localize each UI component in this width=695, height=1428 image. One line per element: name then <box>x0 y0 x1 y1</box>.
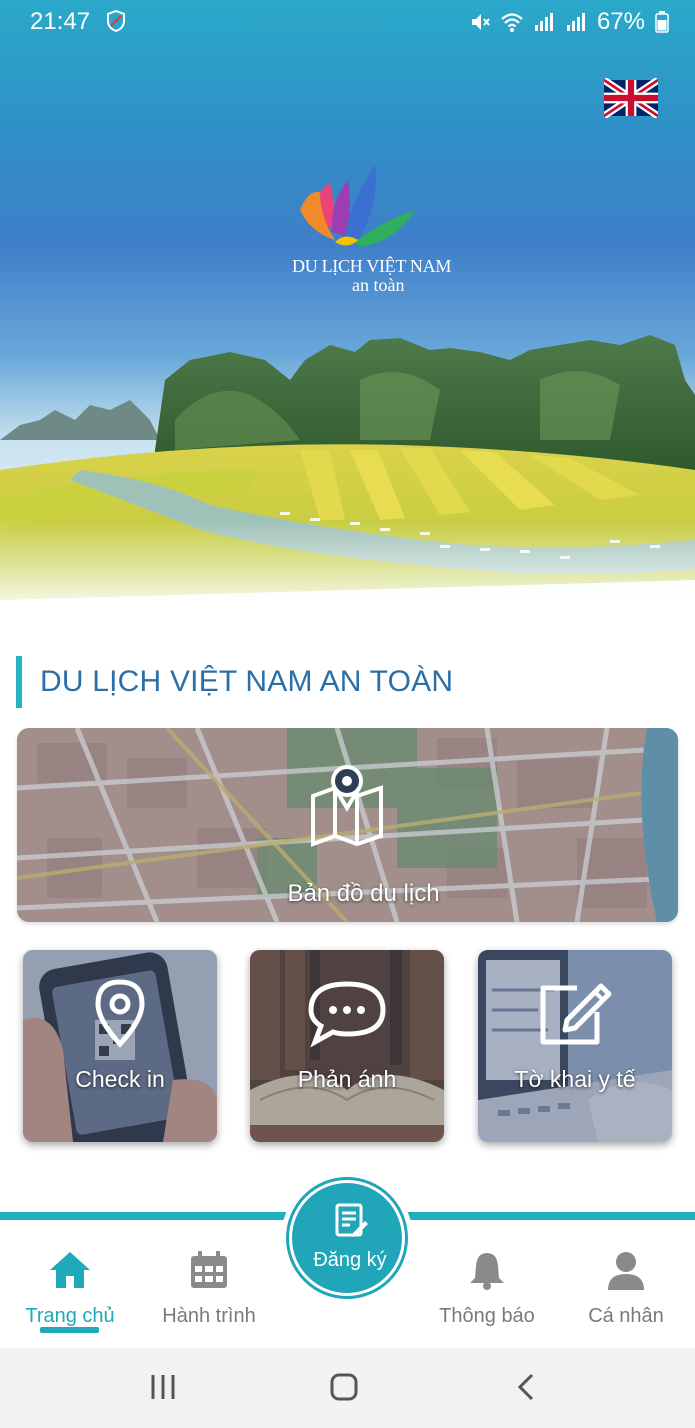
document-edit-icon <box>335 1203 368 1237</box>
wifi-icon <box>501 13 523 32</box>
chat-bubble-icon <box>308 981 386 1048</box>
map-card-label: Bản đồ du lịch <box>287 880 440 907</box>
logo-title: DU LỊCH VIỆT NAM <box>292 256 452 276</box>
nav-item-profile[interactable]: Cá nhân <box>556 1250 695 1328</box>
home-button-icon[interactable] <box>329 1372 359 1402</box>
travel-map-card[interactable]: Bản đồ du lịch <box>17 728 678 922</box>
status-time: 21:47 <box>30 8 91 35</box>
health-declaration-label: Tờ khai y tế <box>514 1066 636 1092</box>
active-nav-indicator <box>40 1327 99 1333</box>
battery-percent: 67% <box>596 8 645 35</box>
signal-icon <box>566 13 585 31</box>
shield-icon <box>107 10 125 32</box>
home-icon <box>50 1252 90 1288</box>
edit-form-icon <box>540 983 612 1045</box>
tourism-logo-icon <box>300 165 415 247</box>
uk-flag-icon[interactable] <box>604 78 658 118</box>
back-icon[interactable] <box>512 1372 542 1402</box>
nav-item-home[interactable]: Trang chủ <box>0 1250 140 1328</box>
logo-subtitle: an toàn <box>352 275 405 295</box>
system-navigation-bar <box>0 1348 695 1428</box>
battery-icon <box>655 11 669 33</box>
section-header: DU LỊCH VIỆT NAM AN TOÀN <box>16 656 453 708</box>
nav-label-profile: Cá nhân <box>588 1305 664 1327</box>
feedback-tile[interactable]: Phản ánh <box>250 950 444 1142</box>
status-bar: 21:47 67% <box>0 0 695 46</box>
bell-icon <box>470 1253 504 1290</box>
checkin-label: Check in <box>75 1066 165 1092</box>
user-icon <box>608 1252 644 1290</box>
section-title: DU LỊCH VIỆT NAM AN TOÀN <box>40 665 454 698</box>
nav-item-notifications[interactable]: Thông báo <box>417 1250 557 1328</box>
landscape-image <box>0 335 695 615</box>
checkin-tile[interactable]: Check in <box>23 950 217 1142</box>
register-button[interactable]: Đăng ký <box>281 1172 413 1304</box>
register-label: Đăng ký <box>313 1249 387 1271</box>
hero-banner: 21:47 67% DU LỊCH VIỆT NAM an toàn <box>0 0 695 615</box>
section-accent-bar <box>16 656 22 708</box>
status-right: 67% <box>469 8 669 36</box>
recent-apps-icon[interactable] <box>148 1372 178 1402</box>
mute-icon <box>471 14 490 30</box>
nav-label-notifications: Thông báo <box>439 1305 535 1327</box>
health-declaration-tile[interactable]: Tờ khai y tế <box>478 950 672 1142</box>
nav-label-journey: Hành trình <box>162 1305 256 1327</box>
signal-icon <box>534 13 553 31</box>
nav-label-home: Trang chủ <box>25 1305 115 1327</box>
calendar-icon <box>191 1251 227 1288</box>
feedback-label: Phản ánh <box>297 1066 397 1092</box>
location-pin-icon <box>95 979 145 1048</box>
nav-item-journey[interactable]: Hành trình <box>139 1250 279 1328</box>
